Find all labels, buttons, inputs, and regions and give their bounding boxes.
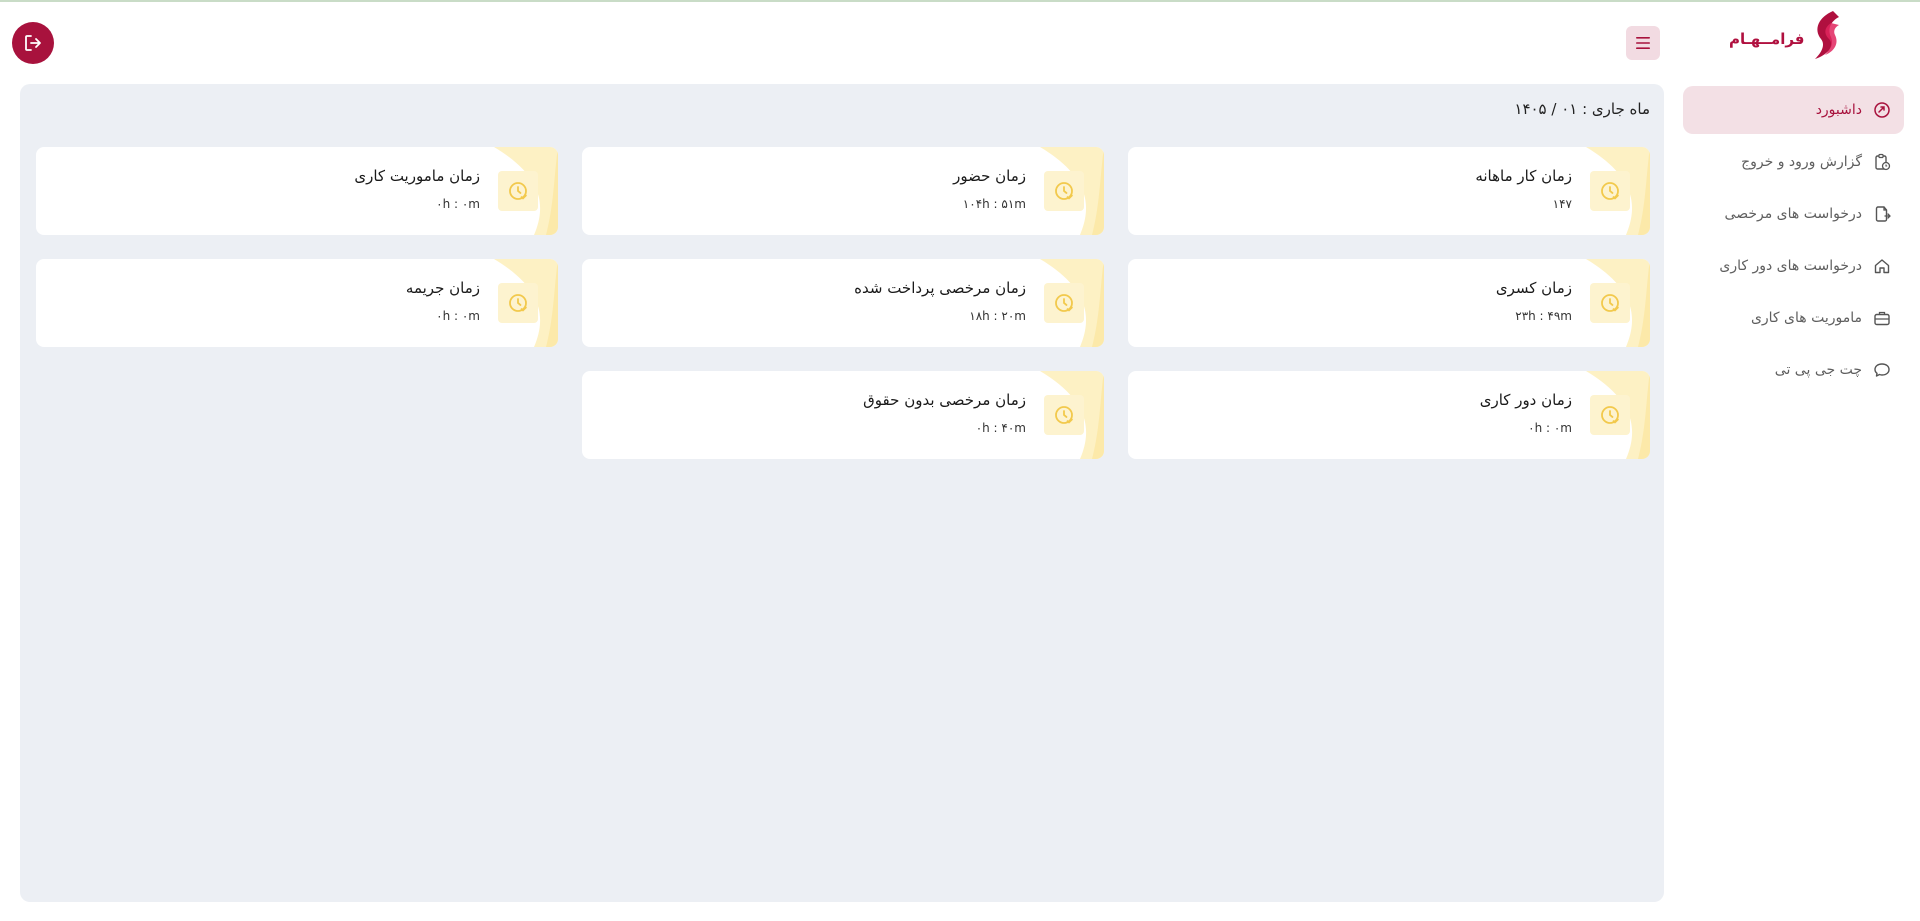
card-title: زمان دور کاری — [1479, 391, 1572, 409]
sidebar-item-label: درخواست های مرخصی — [1724, 206, 1862, 222]
clock-check-icon — [1601, 294, 1619, 312]
dashboard-icon — [1872, 100, 1892, 120]
sidebar-nav: داشبورد گزارش ورود و خروج درخواست های مر… — [1683, 86, 1904, 398]
card-icon-box — [498, 283, 538, 323]
card-value: ۲۳h : ۴۹m — [1515, 309, 1572, 323]
stat-card-penalty-time: زمان جریمه ۰h : ۰m — [36, 259, 558, 347]
logout-button[interactable] — [12, 22, 54, 64]
card-value: ۰h : ۰m — [436, 197, 480, 211]
sidebar-item-label: گزارش ورود و خروج — [1741, 154, 1862, 170]
brand-logo: فرامــهـام — [1729, 7, 1849, 71]
card-value: ۰h : ۰m — [1528, 421, 1572, 435]
clock-check-icon — [1055, 294, 1073, 312]
logout-icon — [25, 35, 41, 51]
card-icon-box — [1590, 171, 1630, 211]
card-icon-box — [1044, 171, 1084, 211]
sidebar-item-work-missions[interactable]: ماموریت های کاری — [1683, 294, 1904, 342]
card-value: ۱۸h : ۲۰m — [969, 309, 1026, 323]
stat-card-presence-time: زمان حضور ۱۰۴h : ۵۱m — [582, 147, 1104, 235]
card-icon-box — [498, 171, 538, 211]
sidebar-item-dashboard[interactable]: داشبورد — [1683, 86, 1904, 134]
clock-check-icon — [1055, 182, 1073, 200]
clipboard-clock-icon — [1872, 152, 1892, 172]
stat-card-unpaid-leave-time: زمان مرخصی بدون حقوق ۰h : ۴۰m — [582, 371, 1104, 459]
card-value: ۰h : ۰m — [436, 309, 480, 323]
card-title: زمان مرخصی بدون حقوق — [863, 391, 1026, 409]
card-title: زمان ماموریت کاری — [354, 167, 480, 185]
briefcase-icon — [1872, 308, 1892, 328]
sidebar-item-label: ماموریت های کاری — [1750, 310, 1862, 326]
current-month-label: ماه جاری : ۰۱ / ۱۴۰۵ — [1514, 100, 1650, 118]
sidebar-item-remote-work-requests[interactable]: درخواست های دور کاری — [1683, 242, 1904, 290]
stat-card-monthly-work-time: زمان کار ماهانه ۱۴۷ — [1128, 147, 1650, 235]
sidebar-item-label: داشبورد — [1815, 102, 1862, 118]
chat-icon — [1872, 360, 1892, 380]
card-title: زمان مرخصی پرداخت شده — [854, 279, 1026, 297]
card-title: زمان کار ماهانه — [1475, 167, 1572, 185]
clock-check-icon — [1601, 406, 1619, 424]
card-value: ۱۰۴h : ۵۱m — [962, 197, 1026, 211]
dashboard-panel: ماه جاری : ۰۱ / ۱۴۰۵ زمان کار ماهانه ۱۴۷… — [20, 84, 1664, 902]
card-title: زمان حضور — [953, 167, 1026, 185]
card-value: ۰h : ۴۰m — [975, 421, 1026, 435]
stat-card-paid-leave-time: زمان مرخصی پرداخت شده ۱۸h : ۲۰m — [582, 259, 1104, 347]
clock-check-icon — [1055, 406, 1073, 424]
card-icon-box — [1590, 283, 1630, 323]
card-title: زمان جریمه — [405, 279, 480, 297]
home-icon — [1872, 256, 1892, 276]
card-icon-box — [1044, 283, 1084, 323]
sidebar-item-attendance-report[interactable]: گزارش ورود و خروج — [1683, 138, 1904, 186]
sidebar-item-leave-requests[interactable]: درخواست های مرخصی — [1683, 190, 1904, 238]
card-value: ۱۴۷ — [1552, 197, 1572, 211]
card-title: زمان کسری — [1495, 279, 1572, 297]
clock-check-icon — [509, 294, 527, 312]
sidebar-item-chatgpt[interactable]: چت جی پی تی — [1683, 346, 1904, 394]
sidebar-item-label: درخواست های دور کاری — [1719, 258, 1862, 274]
menu-toggle-button[interactable] — [1626, 26, 1660, 60]
stat-card-mission-time: زمان ماموریت کاری ۰h : ۰m — [36, 147, 558, 235]
sidebar-item-label: چت جی پی تی — [1774, 362, 1862, 378]
hamburger-icon — [1636, 37, 1650, 49]
stat-card-remote-work-time: زمان دور کاری ۰h : ۰m — [1128, 371, 1650, 459]
card-icon-box — [1590, 395, 1630, 435]
card-icon-box — [1044, 395, 1084, 435]
brand-name: فرامــهـام — [1729, 30, 1805, 48]
stat-card-deficit-time: زمان کسری ۲۳h : ۴۹m — [1128, 259, 1650, 347]
logo-mark-icon — [1814, 11, 1839, 59]
clock-check-icon — [1601, 182, 1619, 200]
file-export-icon — [1872, 204, 1892, 224]
clock-check-icon — [509, 182, 527, 200]
